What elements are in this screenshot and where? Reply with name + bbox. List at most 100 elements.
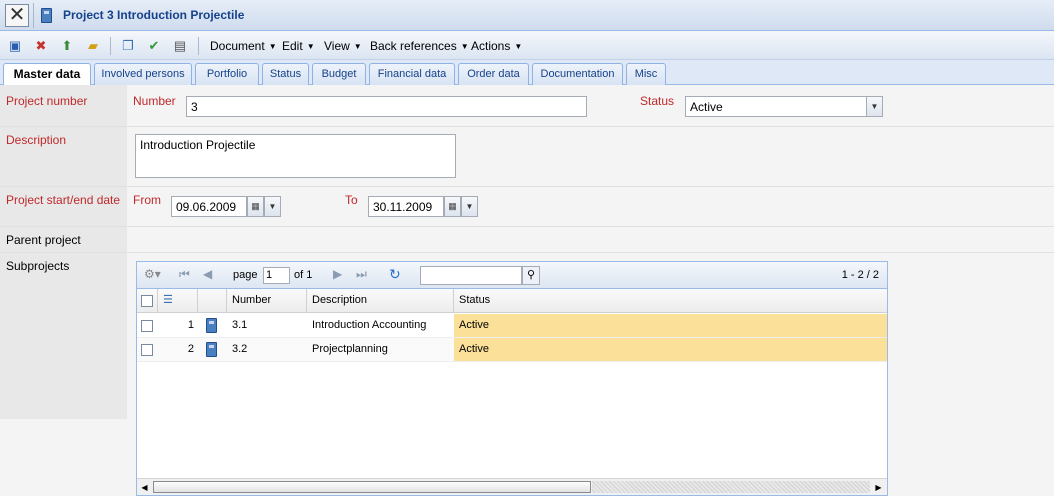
project-book-icon bbox=[41, 8, 52, 23]
chevron-down-icon: ▼ bbox=[306, 42, 315, 51]
gear-icon[interactable]: ⚙▾ bbox=[144, 267, 161, 281]
number-label: Number bbox=[133, 94, 176, 108]
row-checkbox[interactable] bbox=[141, 320, 153, 332]
select-all-cell[interactable] bbox=[137, 289, 158, 312]
scroll-left-icon[interactable]: ◀ bbox=[137, 480, 152, 495]
row-description: Projectplanning bbox=[312, 343, 388, 355]
menu-actions-label: Actions bbox=[471, 39, 511, 53]
scrollbar-thumb[interactable] bbox=[153, 481, 591, 493]
status-select[interactable]: Active bbox=[685, 96, 867, 117]
chevron-down-icon: ▼ bbox=[514, 42, 523, 51]
project-book-icon bbox=[206, 342, 217, 357]
project-dates-label: Project start/end date bbox=[6, 193, 121, 207]
grid-record-count: 1 - 2 / 2 bbox=[841, 269, 879, 281]
from-calendar-icon[interactable]: ▦ bbox=[247, 196, 264, 217]
next-page-icon[interactable]: ▶ bbox=[333, 267, 342, 281]
row-number: 3.2 bbox=[232, 343, 248, 355]
column-header-status[interactable]: Status bbox=[454, 289, 887, 312]
from-date-input[interactable]: 09.06.2009 bbox=[171, 196, 247, 217]
row-index: 1 bbox=[187, 319, 194, 331]
chevron-down-icon: ▼ bbox=[870, 102, 879, 111]
page-input[interactable]: 1 bbox=[263, 267, 290, 284]
copy-icon[interactable]: ❐ bbox=[120, 38, 136, 54]
menu-edit-label: Edit bbox=[282, 39, 303, 53]
row-number: 3.1 bbox=[232, 319, 248, 331]
menu-edit[interactable]: Edit ▼ bbox=[282, 39, 315, 53]
scrollbar-track[interactable] bbox=[592, 481, 870, 493]
toolbar-separator bbox=[198, 37, 199, 55]
to-date-input[interactable]: 30.11.2009 bbox=[368, 196, 444, 217]
close-button[interactable]: ✕ bbox=[5, 4, 29, 27]
description-textarea[interactable]: Introduction Projectile bbox=[135, 134, 456, 178]
select-all-checkbox[interactable] bbox=[141, 295, 153, 307]
scroll-right-icon[interactable]: ▶ bbox=[871, 480, 886, 495]
tab-budget[interactable]: Budget bbox=[312, 63, 366, 85]
row-divider bbox=[0, 126, 1054, 127]
list-numbered-icon: ☰ bbox=[163, 294, 173, 306]
tab-financial-data[interactable]: Financial data bbox=[369, 63, 455, 85]
refresh-ok-icon[interactable]: ✔ bbox=[146, 38, 162, 54]
parent-project-label: Parent project bbox=[6, 233, 81, 247]
toolbar-separator bbox=[110, 37, 111, 55]
upload-icon[interactable]: ⬆ bbox=[59, 38, 75, 54]
column-header-number[interactable]: Number bbox=[227, 289, 307, 312]
row-status: Active bbox=[454, 338, 887, 361]
row-number-header: ☰ bbox=[158, 289, 198, 312]
tab-portfolio[interactable]: Portfolio bbox=[195, 63, 259, 85]
page-of-label: of 1 bbox=[294, 269, 313, 281]
grid-header: ☰ Number Description Status bbox=[137, 289, 887, 313]
row-divider bbox=[0, 186, 1054, 187]
menu-back-references[interactable]: Back references ▼ bbox=[370, 39, 469, 53]
grid-search-input[interactable] bbox=[420, 266, 522, 285]
row-index: 2 bbox=[187, 343, 194, 355]
menu-view[interactable]: View ▼ bbox=[324, 39, 362, 53]
to-date-dropdown[interactable]: ▼ bbox=[461, 196, 478, 217]
status-dropdown-button[interactable]: ▼ bbox=[866, 96, 883, 117]
tab-status[interactable]: Status bbox=[262, 63, 309, 85]
first-page-icon[interactable]: ⏮ bbox=[179, 267, 190, 282]
project-book-icon bbox=[206, 318, 217, 333]
menu-back-references-label: Back references bbox=[370, 39, 457, 53]
from-date-dropdown[interactable]: ▼ bbox=[264, 196, 281, 217]
subprojects-label: Subprojects bbox=[6, 259, 70, 273]
project-number-label: Project number bbox=[6, 94, 88, 108]
tab-order-data[interactable]: Order data bbox=[458, 63, 529, 85]
row-status: Active bbox=[454, 314, 887, 337]
menu-document-label: Document bbox=[210, 39, 265, 53]
previous-page-icon[interactable]: ◀ bbox=[203, 267, 212, 281]
chevron-down-icon: ▼ bbox=[460, 42, 469, 51]
row-divider bbox=[0, 252, 1054, 253]
grid-toolbar: ⚙▾ ⏮ ◀ page 1 of 1 ▶ ⏭ ↻ ⚲ 1 - 2 / 2 bbox=[137, 262, 887, 289]
page-label: page bbox=[233, 269, 258, 281]
tab-documentation[interactable]: Documentation bbox=[532, 63, 623, 85]
tab-misc[interactable]: Misc bbox=[626, 63, 666, 85]
menu-actions[interactable]: Actions ▼ bbox=[471, 39, 522, 53]
title-separator bbox=[33, 3, 34, 28]
close-icon[interactable]: ✕ bbox=[9, 4, 26, 26]
icon-column-header bbox=[198, 289, 227, 312]
table-row[interactable]: 2 3.2 Projectplanning Active bbox=[137, 338, 887, 362]
table-row[interactable]: 1 3.1 Introduction Accounting Active bbox=[137, 314, 887, 338]
print-icon[interactable]: ▤ bbox=[172, 38, 188, 54]
horizontal-scrollbar[interactable]: ◀ ▶ bbox=[137, 478, 887, 495]
tab-master-data[interactable]: Master data bbox=[3, 63, 91, 86]
save-icon[interactable]: ▣ bbox=[7, 38, 23, 54]
from-label: From bbox=[133, 193, 161, 207]
column-header-description[interactable]: Description bbox=[307, 289, 454, 312]
delete-icon[interactable]: ✖ bbox=[33, 38, 49, 54]
title-bar: ✕ Project 3 Introduction Projectile bbox=[0, 0, 1054, 31]
status-label: Status bbox=[640, 94, 675, 108]
tab-involved-persons[interactable]: Involved persons bbox=[94, 63, 192, 85]
subprojects-grid: ⚙▾ ⏮ ◀ page 1 of 1 ▶ ⏭ ↻ ⚲ 1 - 2 / 2 ☰ N… bbox=[136, 261, 888, 496]
toolbar: ▣ ✖ ⬆ ▰ ❐ ✔ ▤ Document ▼ Edit ▼ View ▼ Back… bbox=[0, 32, 1054, 60]
number-input[interactable]: 3 bbox=[186, 96, 587, 117]
last-page-icon[interactable]: ⏭ bbox=[356, 267, 367, 282]
chevron-down-icon: ▼ bbox=[465, 202, 474, 211]
menu-document[interactable]: Document ▼ bbox=[210, 39, 277, 53]
row-checkbox[interactable] bbox=[141, 344, 153, 356]
folder-icon[interactable]: ▰ bbox=[85, 38, 101, 54]
search-icon[interactable]: ⚲ bbox=[522, 266, 540, 285]
description-label: Description bbox=[6, 133, 67, 147]
refresh-icon[interactable]: ↻ bbox=[389, 266, 401, 283]
to-calendar-icon[interactable]: ▦ bbox=[444, 196, 461, 217]
